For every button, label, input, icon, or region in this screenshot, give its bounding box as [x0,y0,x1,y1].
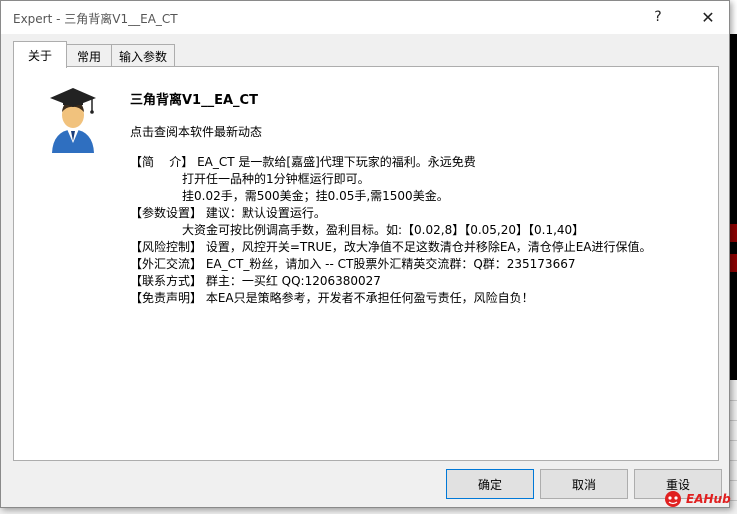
tab-input-params[interactable]: 输入参数 [111,44,175,67]
close-icon: ✕ [701,7,715,27]
tab-about[interactable]: 关于 [13,41,67,68]
ea-title: 三角背离V1__EA_CT [130,93,258,108]
ok-button[interactable]: 确定 [446,469,534,499]
close-button[interactable]: ✕ [687,3,729,31]
title-bar: Expert - 三角背离V1__EA_CT ? ✕ [1,1,729,34]
latest-news-link[interactable]: 点击查阅本软件最新动态 [130,123,262,140]
window-title: Expert - 三角背离V1__EA_CT [13,12,178,26]
graduate-user-icon [50,88,96,153]
disclaimer-line: 【免责声明】 本EA只是策略参考，开发者不承担任何盈亏责任，风险自负！ [130,291,534,305]
intro-line-3: 挂0.02手，需500美金；挂0.05手,需1500美金。 [182,189,449,203]
forex-line: 【外汇交流】 EA_CT_粉丝，请加入 -- CT股票外汇精英交流群：Q群：23… [130,257,576,271]
cancel-button[interactable]: 取消 [540,469,628,499]
intro-line: 【简 介】 EA_CT 是一款给[嘉盛]代理下玩家的福利。永远免费 [130,155,476,169]
watermark-text: EAHub [686,492,731,506]
risk-line: 【风险控制】 设置，风控开关=TRUE，改大净值不足这数清仓并移除EA，清仓停止… [130,240,652,254]
help-button[interactable]: ? [637,3,679,31]
params-line-2: 大资金可按比例调高手数，盈利目标。如:【0.02,8】【0.05,20】【0.1… [182,223,585,237]
about-panel: 三角背离V1__EA_CT 点击查阅本软件最新动态 【简 介】 EA_CT 是一… [13,66,719,461]
intro-line-2: 打开任一品种的1分钟框运行即可。 [182,172,370,186]
watermark: EAHub [664,488,732,510]
expert-dialog: Expert - 三角背离V1__EA_CT ? ✕ 关于 常用 输入参数 三角… [0,0,730,508]
contact-line: 【联系方式】 群主：一买红 QQ:1206380027 [130,274,381,288]
eahub-logo-icon [665,491,681,507]
tab-common[interactable]: 常用 [65,44,113,67]
params-line: 【参数设置】 建议：默认设置运行。 [130,206,326,220]
help-icon: ? [654,9,662,25]
